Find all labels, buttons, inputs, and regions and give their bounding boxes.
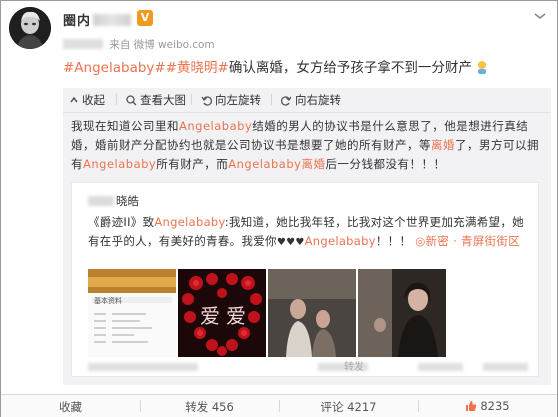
weibo-post: 圈内 V 来自 微博 weibo.com #Angelababy##黄晓明#确认… (0, 0, 558, 417)
username-text[interactable]: 圈内 (63, 14, 91, 29)
username-redacted (88, 196, 114, 206)
thumbnail-caption: 基本资料 (94, 297, 122, 305)
verified-badge-icon: V (137, 10, 153, 26)
quote-text: 所有财产，而 (156, 157, 229, 171)
repost-card: 收起 查看大图 向左旋转 向右旋转 我现在知道公司里和Angelababy结婚的… (63, 88, 551, 385)
source-link[interactable]: 微博 weibo.com (134, 39, 215, 51)
view-large-button[interactable]: 查看大图 (126, 92, 186, 108)
post-meta: 来自 微博 weibo.com (63, 37, 215, 52)
rotate-right-icon (281, 95, 292, 106)
original-username-text[interactable]: 晓皓 (116, 194, 139, 208)
like-button[interactable]: 8235 (418, 399, 557, 413)
original-post: 晓皓 《爵迹II》致Angelababy:我知道，她比我年轻，比我对这个世界更加… (71, 182, 539, 377)
post-text: #Angelababy##黄晓明#确认离婚，女方给予孩子拿不到一分财产 (63, 56, 488, 76)
favorite-button[interactable]: 收藏 (1, 399, 140, 415)
action-bar: 收藏 转发 456 评论 4217 8235 (1, 394, 557, 417)
username-redacted (93, 14, 132, 26)
collapse-button[interactable]: 收起 (69, 92, 105, 108)
image-toolbar: 收起 查看大图 向左旋转 向右旋转 (63, 88, 551, 110)
timestamp-redacted (63, 39, 103, 49)
emoji-icon (478, 61, 487, 74)
view-large-label: 查看大图 (140, 93, 186, 107)
hashtag-huangxiaoming[interactable]: #黄晓明# (166, 60, 229, 76)
original-post-footer-redacted (88, 363, 532, 373)
mention-angelababy[interactable]: Angelababy (154, 215, 224, 229)
heart-emojis: ♥♥♥ (276, 237, 305, 248)
collapse-label: 收起 (82, 93, 105, 107)
image-thumbnail-roses[interactable]: 爱 爱 (178, 269, 266, 357)
toolbar-divider (116, 94, 117, 105)
original-text: ！！！ (375, 234, 412, 248)
footer-redacted (483, 363, 528, 371)
repost-comment: 我现在知道公司里和Angelababy结婚的男人的协议书是什么意思了，他是想进行… (71, 117, 547, 174)
keyword-divorce[interactable]: 离婚 (431, 138, 455, 152)
rotate-left-button[interactable]: 向左旋转 (201, 92, 261, 108)
original-text: 《爵迹II》致 (88, 215, 155, 229)
svg-text:爱: 爱 (200, 304, 220, 328)
mention-angelababy[interactable]: Angelababy (305, 234, 376, 248)
location-link[interactable]: ◎新密 · 青屏街街区 (415, 234, 520, 248)
image-thumbnail-profile[interactable]: 基本资料 (88, 269, 176, 357)
svg-text:爱: 爱 (226, 304, 246, 328)
quote-text: 我现在知道公司里和 (71, 119, 179, 133)
comment-button[interactable]: 评论 4217 (279, 399, 418, 415)
avatar[interactable] (9, 7, 51, 49)
quote-text: 后一分钱都没有！！！ (325, 157, 446, 171)
watermark: 转发 (344, 358, 364, 373)
hashtag-angelababy[interactable]: #Angelababy# (63, 60, 166, 76)
footer-redacted (418, 363, 463, 371)
watermark-text: 转发 (344, 362, 364, 373)
rotate-right-label: 向右旋转 (295, 93, 341, 107)
repost-button[interactable]: 转发 456 (140, 399, 279, 415)
image-thumbnail-scene[interactable] (358, 269, 446, 357)
rotate-left-icon (201, 95, 212, 106)
rotate-right-button[interactable]: 向右旋转 (281, 92, 341, 108)
toolbar-divider (191, 94, 192, 105)
original-username[interactable]: 晓皓 (88, 193, 139, 209)
rotate-left-label: 向左旋转 (215, 93, 261, 107)
username[interactable]: 圈内 (63, 10, 132, 29)
chevron-down-icon[interactable] (533, 11, 547, 21)
keyword-angelababy-divorce[interactable]: Angelababy离婚 (228, 157, 325, 171)
post-body: 确认离婚，女方给予孩子拿不到一分财产 (228, 60, 472, 76)
like-count: 8235 (480, 399, 510, 413)
collapse-icon (70, 96, 78, 103)
mention-angelababy[interactable]: Angelababy (179, 119, 252, 133)
original-post-text: 《爵迹II》致Angelababy:我知道，她比我年轻，比我对这个世界更加充满希… (88, 213, 532, 252)
source-prefix: 来自 (109, 39, 131, 51)
footer-redacted (88, 363, 198, 371)
image-thumbnail-photo[interactable] (268, 269, 356, 357)
card-divider (63, 112, 551, 113)
mention-angelababy[interactable]: Angelababy (83, 157, 156, 171)
toolbar-divider (271, 94, 272, 105)
magnify-icon (126, 94, 137, 105)
thumbs-up-icon (466, 401, 477, 411)
